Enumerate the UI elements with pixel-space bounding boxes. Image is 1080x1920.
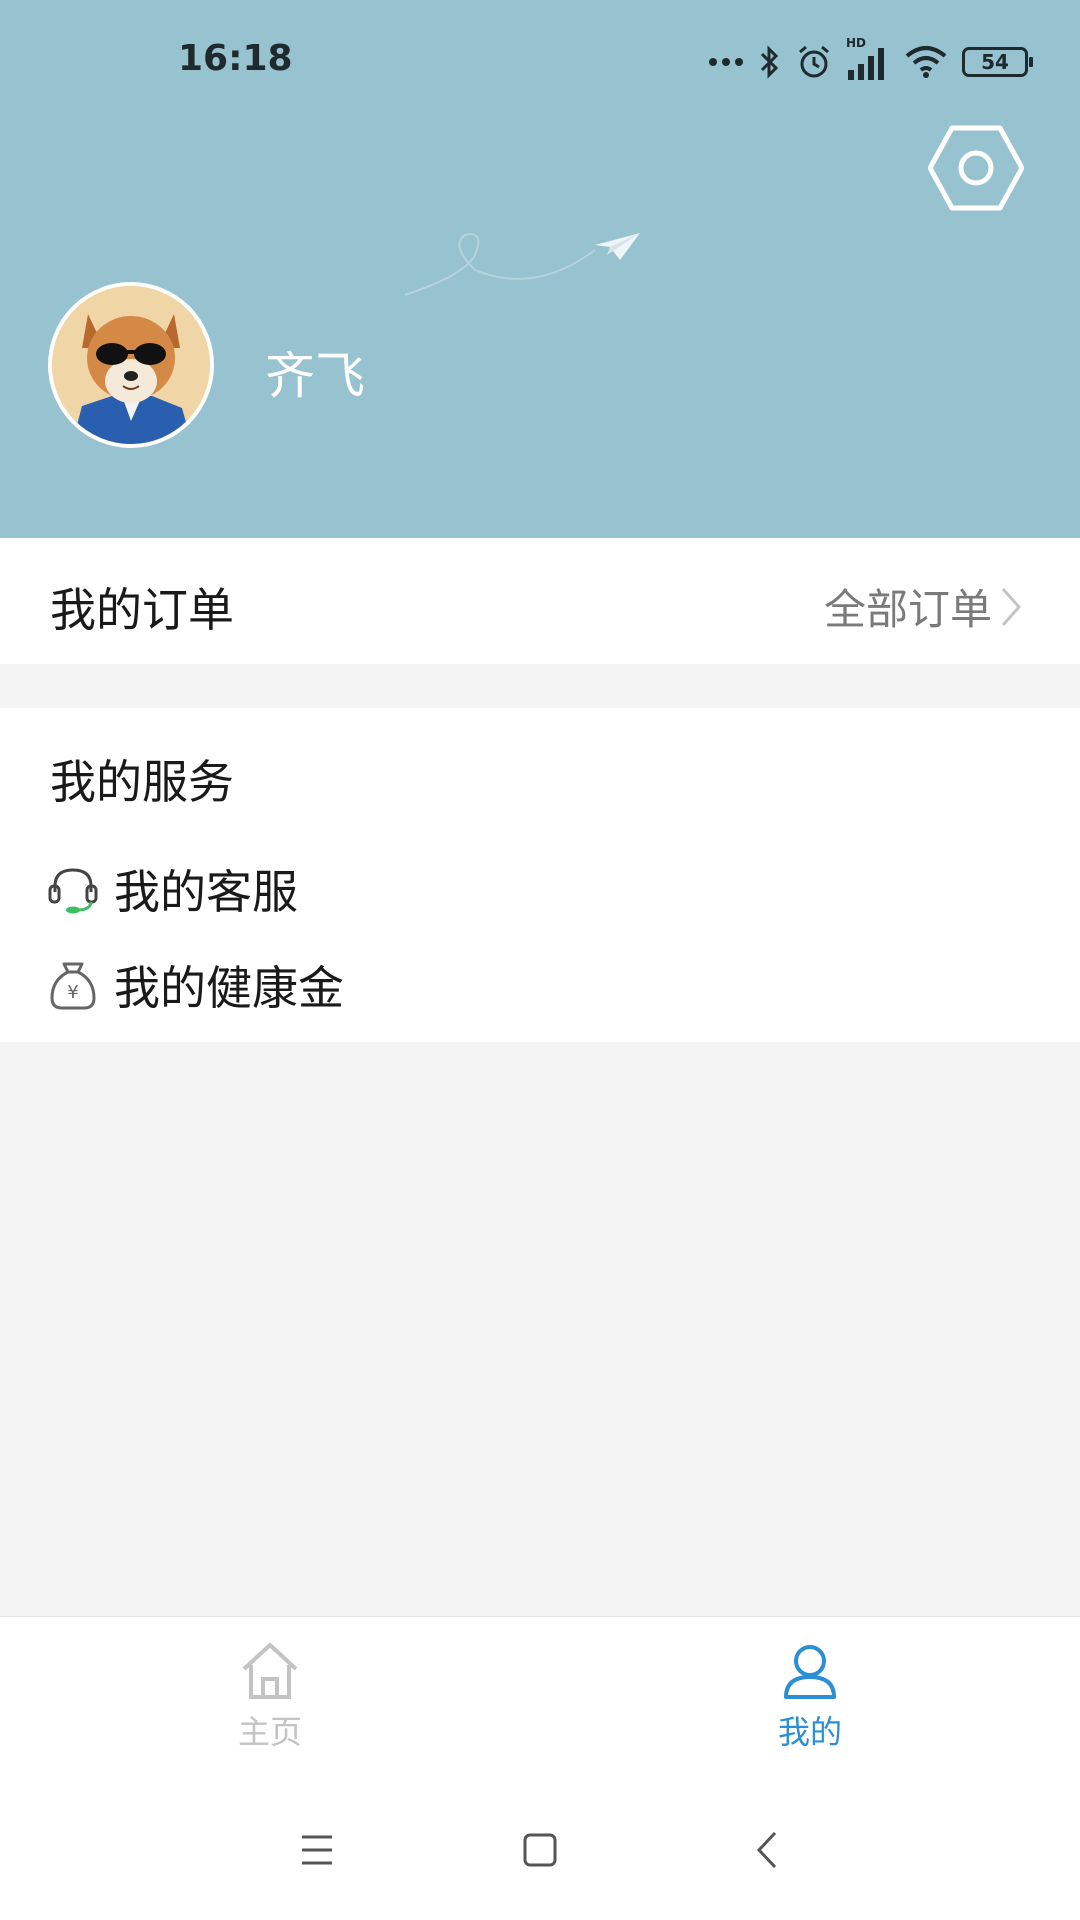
service-item-health-fund[interactable]: ¥ 我的健康金 (46, 952, 344, 1018)
bottom-tab-bar: 主页 我的 (0, 1616, 1080, 1776)
profile-header: 16:18 HD 54 齐飞 (0, 0, 1080, 538)
headset-icon (48, 868, 98, 914)
wifi-icon (905, 46, 947, 78)
bluetooth-icon (760, 45, 779, 79)
tab-mine[interactable]: 我的 (710, 1639, 910, 1753)
tab-home-label: 主页 (237, 1713, 302, 1751)
services-section: 我的服务 我的客服 ¥ 我的健康金 (0, 708, 1080, 1042)
all-orders-label: 全部订单 (823, 585, 992, 634)
signal-hd-icon: HD (846, 36, 890, 82)
battery-level: 54 (981, 50, 1009, 74)
orders-title: 我的订单 (50, 583, 234, 637)
user-icon (784, 1645, 836, 1699)
battery-icon: 54 (962, 47, 1033, 77)
system-nav-bar (0, 1775, 1080, 1920)
alarm-icon (799, 45, 829, 78)
money-bag-icon: ¥ (50, 962, 96, 1010)
tab-home[interactable]: 主页 (170, 1639, 370, 1753)
status-time: 16:18 (178, 38, 293, 79)
orders-section: 我的订单 全部订单 (0, 538, 1080, 664)
paper-plane-icon (404, 233, 640, 296)
back-icon[interactable] (733, 1815, 803, 1885)
username: 齐飞 (265, 347, 365, 405)
home-nav-icon[interactable] (505, 1815, 575, 1885)
service-label: 我的健康金 (114, 961, 344, 1015)
avatar[interactable] (48, 282, 214, 448)
service-item-customer-service[interactable]: 我的客服 (46, 856, 298, 922)
dog-avatar-image (52, 286, 210, 444)
chevron-right-icon (1001, 587, 1022, 626)
services-title: 我的服务 (50, 755, 234, 809)
home-icon (242, 1643, 298, 1699)
all-orders-link[interactable]: 全部订单 (824, 576, 1022, 637)
settings-icon[interactable] (928, 120, 1024, 216)
status-icons: HD 54 (708, 36, 1033, 86)
tab-mine-label: 我的 (777, 1713, 842, 1751)
service-label: 我的客服 (114, 865, 298, 919)
more-dots-icon (709, 58, 743, 66)
menu-icon[interactable] (282, 1815, 352, 1885)
svg-text:¥: ¥ (67, 982, 78, 1003)
